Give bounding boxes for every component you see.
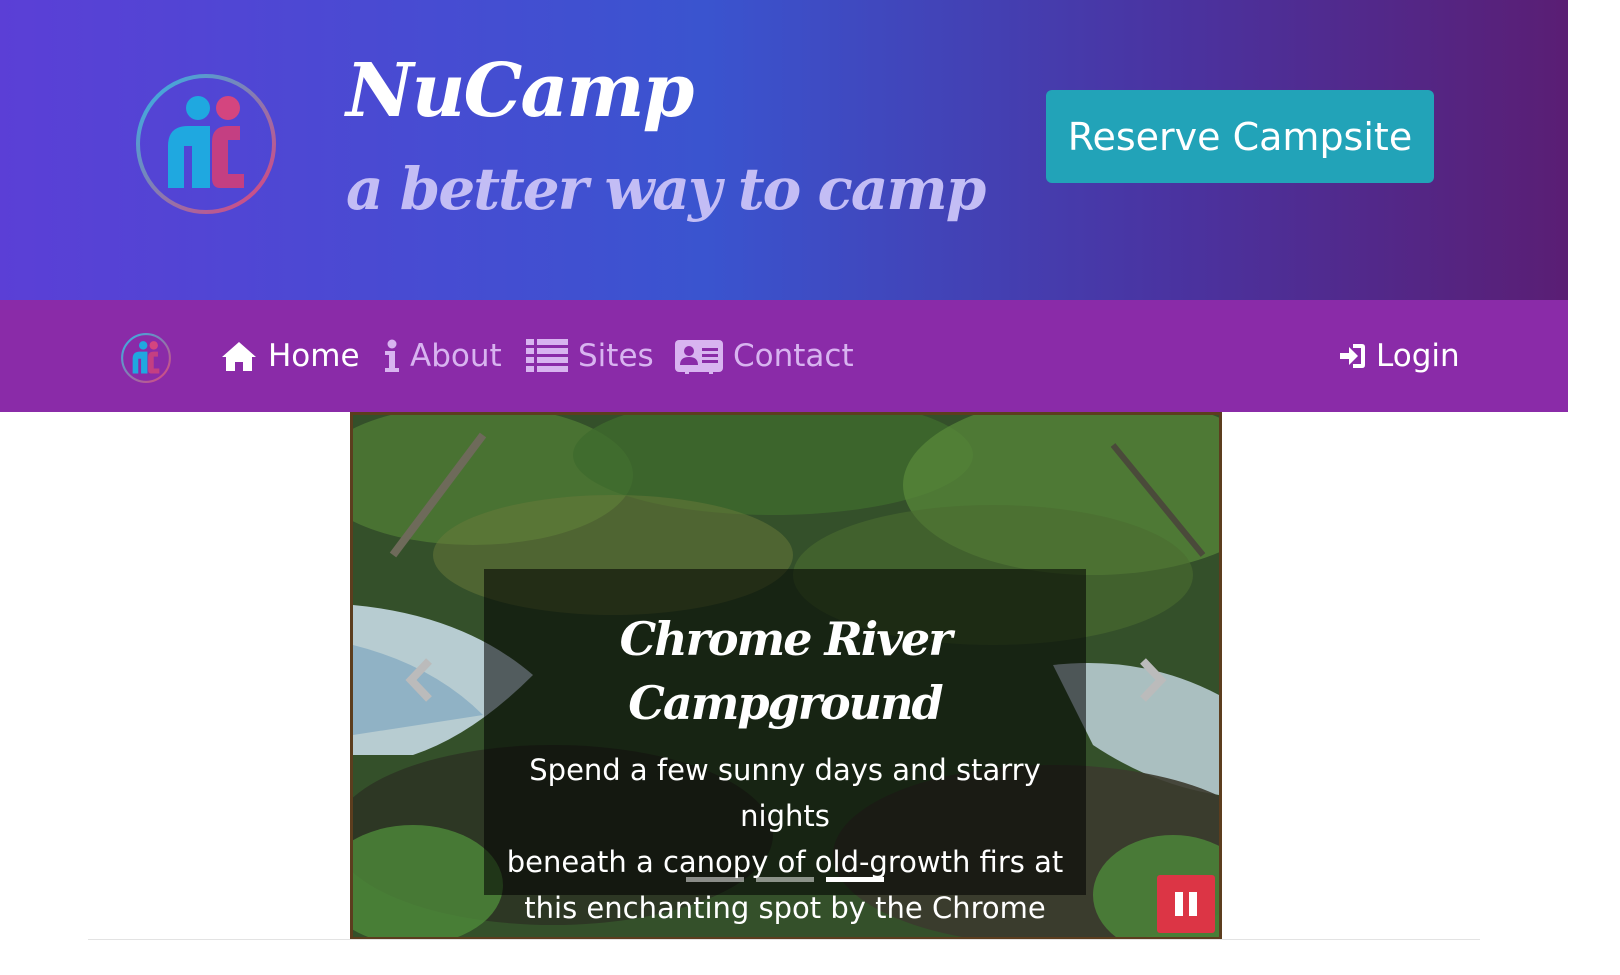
carousel-indicator-2[interactable] — [756, 877, 814, 882]
caption-title: Chrome River Campground — [619, 612, 953, 730]
nav-item-contact[interactable]: Contact — [675, 332, 854, 380]
brand-title: NuCamp — [346, 48, 694, 134]
nav-item-about[interactable]: About — [384, 332, 502, 380]
caption-line: beneath a canopy of old-growth firs at — [506, 845, 1064, 879]
carousel-next-icon[interactable] — [1131, 655, 1171, 705]
nav-item-home[interactable]: Home — [220, 332, 360, 380]
login-label: Login — [1376, 338, 1460, 374]
carousel-caption: Chrome River Campground Spend a few sunn… — [484, 569, 1086, 925]
address-card-icon — [675, 340, 723, 374]
page-divider — [88, 939, 1480, 940]
brand-tagline: a better way to camp — [346, 155, 986, 223]
home-icon — [222, 342, 256, 371]
caption-line: Spend a few sunny days and starry nights — [529, 753, 1041, 833]
nav-item-label: Sites — [578, 338, 654, 374]
carousel-pause-button[interactable] — [1157, 875, 1215, 933]
nav-item-label: Home — [268, 338, 360, 374]
nav-item-sites[interactable]: Sites — [526, 332, 654, 380]
nucamp-logo-icon — [136, 74, 276, 214]
carousel-indicators — [686, 877, 884, 882]
carousel-prev-icon[interactable] — [401, 655, 441, 705]
campsite-carousel: Chrome River Campground Spend a few sunn… — [350, 412, 1222, 940]
nav-item-label: Contact — [733, 338, 854, 374]
carousel-indicator-3[interactable] — [826, 877, 884, 882]
nav-logo-icon[interactable] — [120, 332, 172, 384]
main-navbar: Home About Sites Contact Login — [0, 300, 1568, 412]
info-icon — [385, 339, 399, 372]
reserve-campsite-button[interactable]: Reserve Campsite — [1046, 90, 1434, 183]
pause-icon — [1175, 892, 1197, 916]
jumbotron-header: NuCamp a better way to camp Reserve Camp… — [0, 0, 1568, 300]
list-icon — [526, 339, 568, 372]
nav-item-label: About — [410, 338, 502, 374]
login-button[interactable]: Login — [1338, 332, 1460, 380]
caption-text: Spend a few sunny days and starry nights… — [484, 747, 1086, 937]
carousel-indicator-1[interactable] — [686, 877, 744, 882]
caption-line: this enchanting spot by the Chrome River — [524, 891, 1046, 925]
sign-in-icon — [1340, 344, 1365, 368]
